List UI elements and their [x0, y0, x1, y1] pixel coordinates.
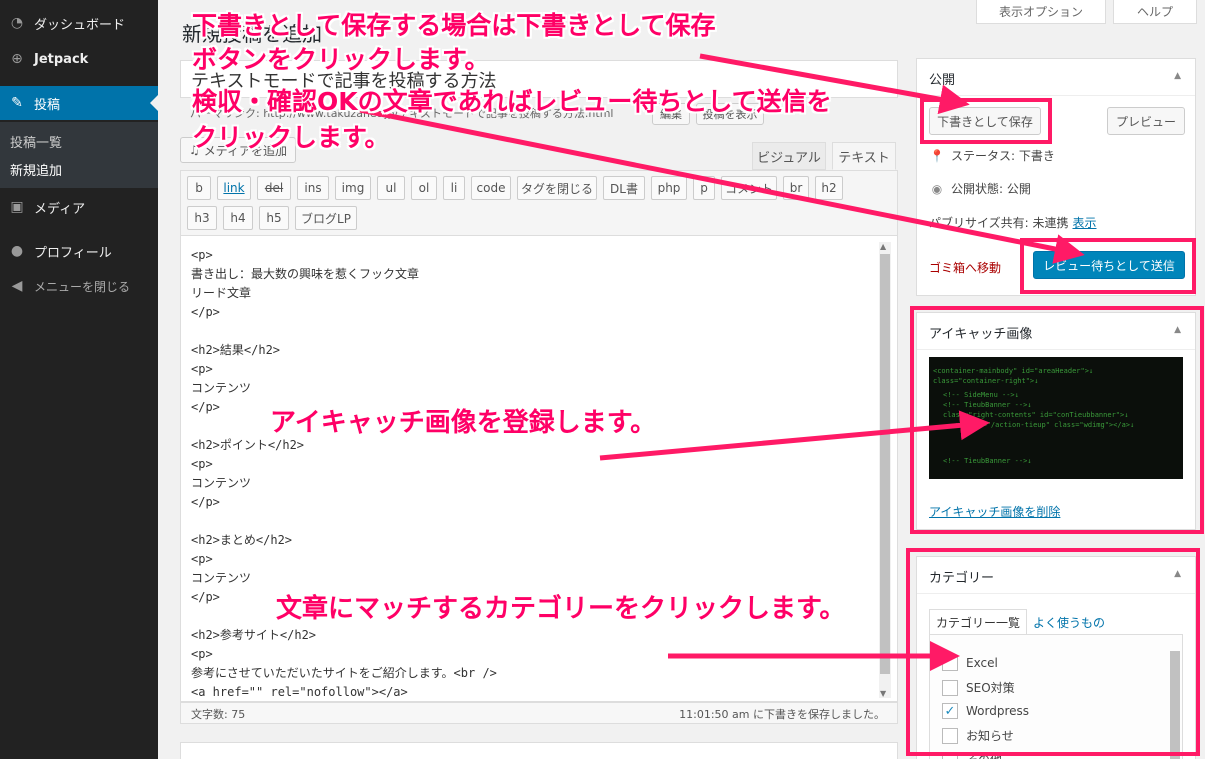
qt-php-button[interactable]: php	[651, 176, 687, 200]
qt-h2-button[interactable]: h2	[815, 176, 843, 200]
sidebar-item-label: Jetpack	[34, 51, 89, 67]
annotation-draft-line2: ボタンをクリックします。	[192, 45, 490, 74]
qt-del-button[interactable]: del	[257, 176, 291, 200]
publicize-show-link[interactable]: 表示	[1073, 214, 1097, 231]
submenu-all-posts[interactable]: 投稿一覧	[10, 132, 62, 151]
content-textarea[interactable]: <p> 書き出し：最大数の興味を惹くフック文章 リード文章 </p> <h2>結…	[180, 236, 898, 702]
annotation-draft-line1: 下書きとして保存する場合は下書きとして保存	[192, 11, 716, 40]
highlight-featured-image	[910, 306, 1204, 534]
sidebar-item-jetpack[interactable]: ⊕ Jetpack	[0, 42, 158, 76]
post-status-row: 📍 ステータス: 下書き	[929, 147, 1055, 164]
qt-ul-button[interactable]: ul	[377, 176, 405, 200]
tab-visual[interactable]: ビジュアル	[752, 142, 826, 170]
scroll-down-icon[interactable]: ▼	[880, 689, 886, 698]
jetpack-icon: ⊕	[11, 51, 23, 67]
publicize-status: パブリサイズ共有: 未連携	[929, 216, 1069, 230]
visibility-status: 公開状態: 公開	[951, 182, 1031, 196]
qt-h3-button[interactable]: h3	[187, 206, 217, 230]
preview-button[interactable]: プレビュー	[1107, 107, 1185, 135]
sidebar-item-media[interactable]: ▣ メディア	[0, 190, 158, 224]
publish-box-title: 公開	[929, 73, 956, 88]
autosave-message: 11:01:50 am に下書きを保存しました。	[679, 708, 885, 721]
qt-p-button[interactable]: p	[693, 176, 715, 200]
qt-blog-lp-button[interactable]: ブログLP	[295, 206, 357, 230]
publicize-row: パブリサイズ共有: 未連携 表示	[929, 214, 1097, 231]
annotation-review-line1: 検収・確認OKの文章であればレビュー待ちとして送信を	[192, 87, 832, 116]
next-metabox	[180, 742, 898, 759]
visibility-row: ◉ 公開状態: 公開	[929, 180, 1031, 197]
sidebar-item-label: ダッシュボード	[34, 17, 126, 33]
help-button[interactable]: ヘルプ	[1113, 0, 1197, 24]
pin-icon: ✎	[11, 95, 23, 111]
qt-h4-button[interactable]: h4	[223, 206, 253, 230]
qt-dl-button[interactable]: DL書	[603, 176, 645, 200]
qt-ol-button[interactable]: ol	[411, 176, 437, 200]
media-icon: ▣	[10, 199, 24, 215]
post-status: ステータス: 下書き	[951, 149, 1055, 163]
editor-status-bar: 文字数: 75 11:01:50 am に下書きを保存しました。	[180, 702, 898, 724]
sidebar-item-posts[interactable]: ✎ 投稿	[0, 86, 158, 120]
submenu-add-new[interactable]: 新規追加	[10, 160, 62, 179]
editor-scrollbar[interactable]: ▲ ▼	[879, 242, 891, 698]
qt-img-button[interactable]: img	[335, 176, 371, 200]
sidebar-collapse[interactable]: ◀ メニューを閉じる	[0, 269, 158, 303]
qt-h5-button[interactable]: h5	[259, 206, 289, 230]
divider	[917, 95, 1195, 96]
move-to-trash-link[interactable]: ゴミ箱へ移動	[929, 259, 1001, 276]
admin-sidebar: ◔ ダッシュボード ⊕ Jetpack ✎ 投稿 投稿一覧 新規追加 ▣ メディ…	[0, 0, 158, 759]
annotation-featured: アイキャッチ画像を登録します。	[270, 408, 657, 438]
sidebar-item-label: メニューを閉じる	[34, 279, 131, 294]
qt-ins-button[interactable]: ins	[297, 176, 329, 200]
editor-content: <p> 書き出し：最大数の興味を惹くフック文章 リード文章 </p> <h2>結…	[191, 248, 497, 699]
pin-icon: 📍	[929, 148, 945, 163]
dashboard-icon: ◔	[10, 15, 24, 31]
user-icon: ●	[10, 243, 24, 259]
sidebar-item-label: プロフィール	[34, 245, 112, 261]
highlight-categories	[906, 548, 1200, 756]
annotation-review-line2: クリックします。	[192, 123, 390, 152]
eye-icon: ◉	[931, 181, 943, 196]
qt-b-button[interactable]: b	[187, 176, 211, 200]
qt-comment-button[interactable]: コメント	[721, 176, 777, 200]
qt-br-button[interactable]: br	[783, 176, 809, 200]
annotation-category: 文章にマッチするカテゴリーをクリックします。	[276, 594, 846, 624]
editor-scroll-thumb[interactable]	[880, 254, 890, 674]
sidebar-item-dashboard[interactable]: ◔ ダッシュボード	[0, 6, 158, 40]
scroll-up-icon[interactable]: ▲	[880, 242, 886, 251]
highlight-save-draft	[920, 98, 1052, 144]
qt-close-tags-button[interactable]: タグを閉じる	[517, 176, 597, 200]
sidebar-item-label: メディア	[34, 201, 86, 217]
word-count: 文字数: 75	[191, 708, 246, 721]
qt-li-button[interactable]: li	[443, 176, 465, 200]
tab-text[interactable]: テキスト	[832, 142, 896, 170]
sidebar-item-profile[interactable]: ● プロフィール	[0, 234, 158, 268]
screen-options-button[interactable]: 表示オプション	[976, 0, 1106, 24]
posts-submenu: 投稿一覧 新規追加	[0, 122, 158, 188]
sidebar-item-label: 投稿	[34, 97, 61, 113]
quicktags-toolbar: b link del ins img ul ol li code タグを閉じる …	[180, 170, 898, 236]
qt-code-button[interactable]: code	[471, 176, 511, 200]
toggle-arrow-icon[interactable]: ▲	[1174, 71, 1181, 81]
qt-link-button[interactable]: link	[217, 176, 251, 200]
highlight-submit-review	[1020, 238, 1196, 294]
collapse-icon: ◀	[11, 278, 23, 294]
